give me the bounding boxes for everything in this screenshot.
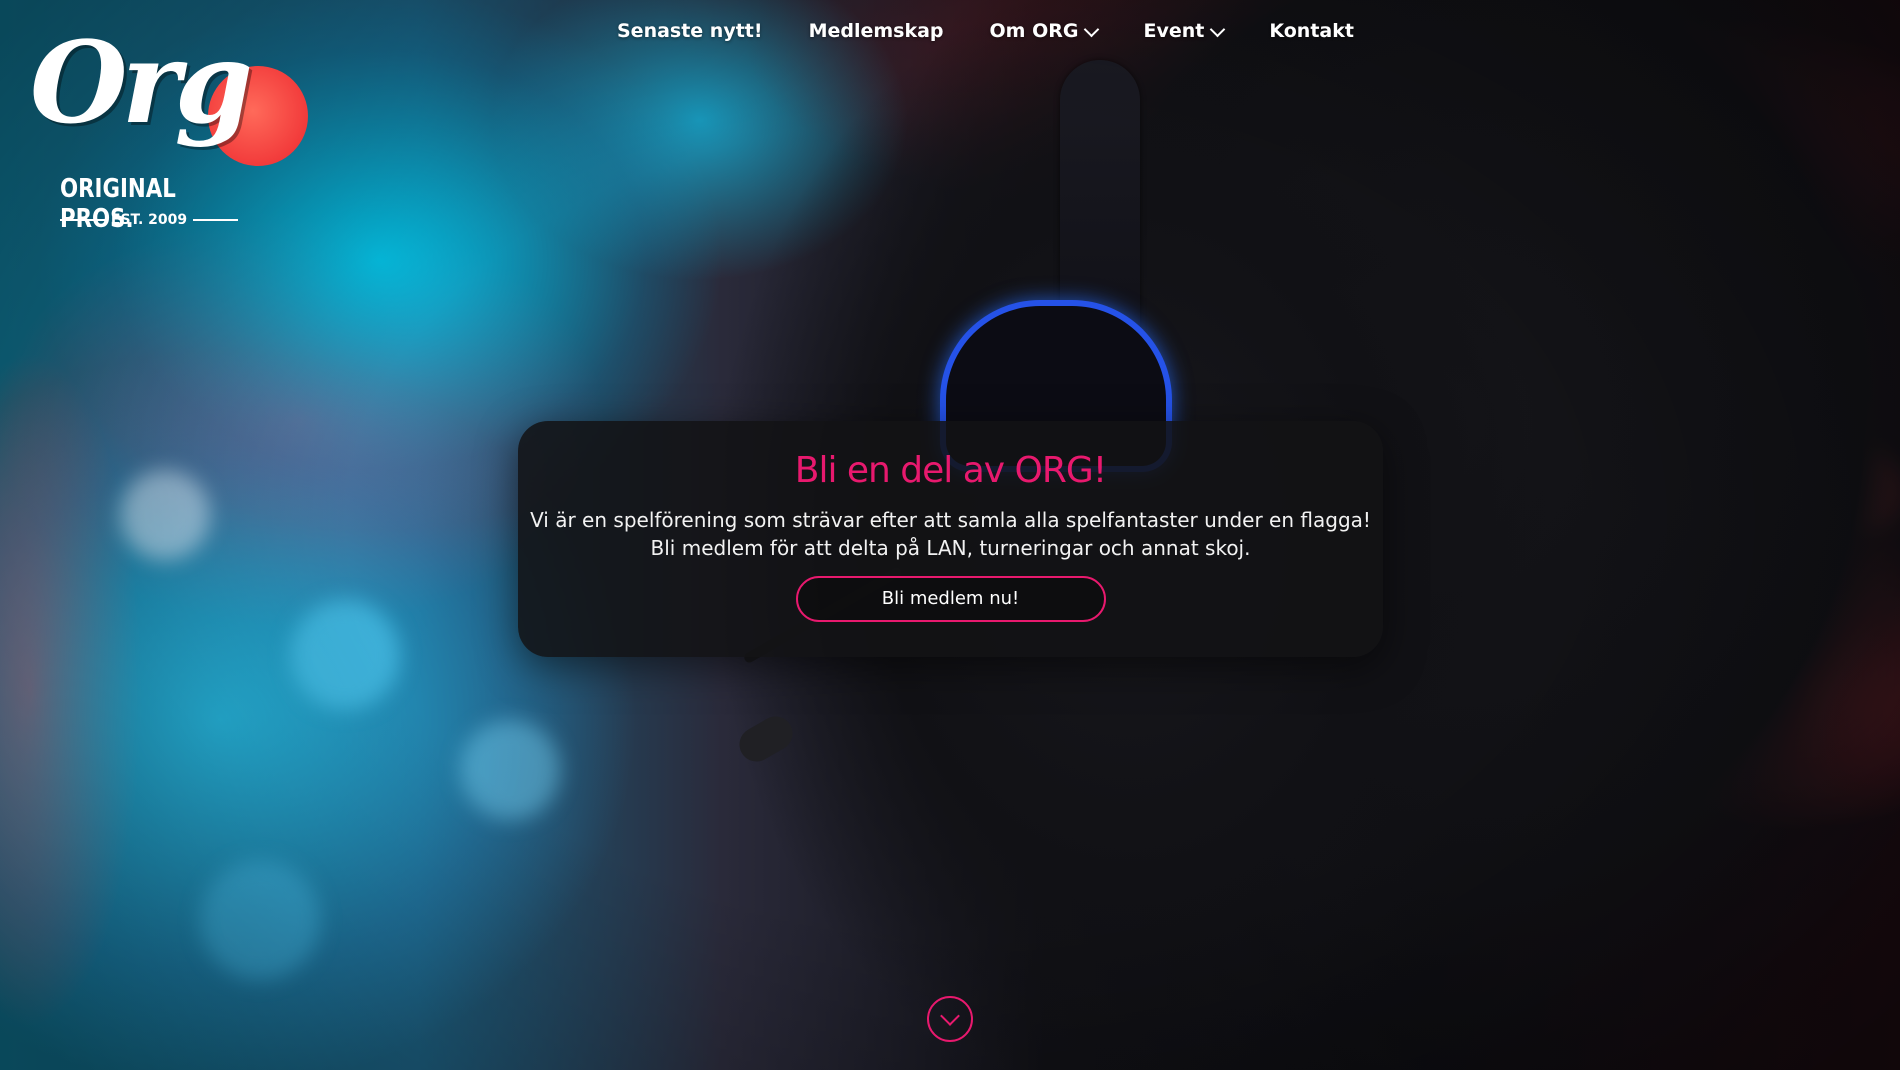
nav-item-label: Event [1143, 20, 1205, 42]
chevron-down-icon [1210, 21, 1226, 37]
hero-description: Vi är en spelförening som strävar efter … [518, 506, 1383, 562]
chevron-down-icon [1084, 21, 1100, 37]
join-now-button[interactable]: Bli medlem nu! [795, 576, 1106, 623]
nav-item-label: Kontakt [1269, 20, 1354, 42]
nav-item-kontakt[interactable]: Kontakt [1269, 20, 1354, 42]
hero-title: Bli en del av ORG! [794, 450, 1107, 491]
logo-divider [193, 219, 239, 221]
nav-item-label: Senaste nytt! [617, 20, 763, 42]
nav-item-medlemskap[interactable]: Medlemskap [809, 20, 944, 42]
main-nav: Senaste nytt! Medlemskap Om ORG Event Ko… [617, 20, 1354, 42]
chevron-down-icon [940, 1006, 960, 1026]
logo-script: Org [30, 18, 253, 149]
hero-card: Bli en del av ORG! Vi är en spelförening… [518, 421, 1383, 657]
logo-est-text: EST. 2009 [110, 212, 188, 228]
logo-divider [60, 219, 105, 221]
hero-description-line-2: Bli medlem för att delta på LAN, turneri… [650, 536, 1251, 561]
nav-item-label: Om ORG [989, 20, 1079, 42]
nav-item-label: Medlemskap [808, 20, 944, 42]
hero-description-line-1: Vi är en spelförening som strävar efter … [530, 508, 1371, 533]
logo-est: EST. 2009 [60, 212, 239, 228]
nav-item-event[interactable]: Event [1143, 20, 1226, 42]
nav-item-om-org[interactable]: Om ORG [989, 20, 1100, 42]
nav-item-senaste-nytt[interactable]: Senaste nytt! [617, 20, 763, 42]
scroll-down-button[interactable] [927, 996, 973, 1042]
site-logo[interactable]: Org ORIGINAL PROS. EST. 2009 [30, 18, 308, 234]
hero-section: Org ORIGINAL PROS. EST. 2009 Senaste nyt… [0, 0, 1900, 1070]
